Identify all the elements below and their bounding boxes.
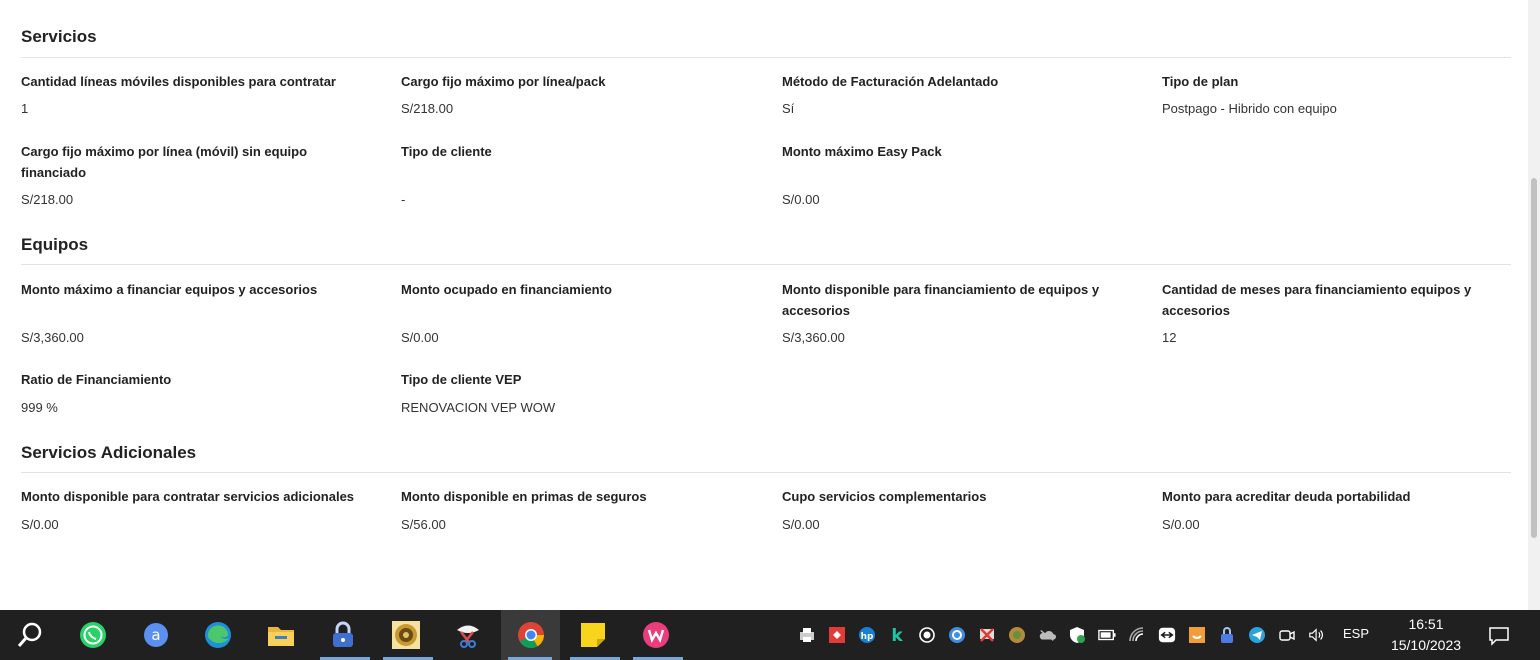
field-value: S/56.00 — [401, 517, 446, 532]
field-value: Postpago - Hibrido con equipo — [1162, 101, 1337, 116]
lock-app-icon[interactable] — [327, 619, 359, 651]
field-tipo-plan: Tipo de plan — [1162, 71, 1502, 92]
chrome-icon[interactable] — [515, 619, 547, 651]
field-label: Tipo de cliente — [401, 144, 492, 159]
vertical-scrollbar[interactable] — [1528, 0, 1540, 610]
field-value: S/3,360.00 — [21, 330, 84, 345]
field-deuda-portabilidad: Monto para acreditar deuda portabilidad — [1162, 486, 1502, 507]
section-title-servicios: Servicios — [21, 27, 97, 46]
field-value: Sí — [782, 101, 795, 116]
field-value: RENOVACION VEP WOW — [401, 400, 556, 415]
network-error-icon[interactable] — [978, 626, 996, 644]
field-tipo-cliente: Tipo de cliente — [401, 141, 741, 162]
section-divider — [21, 264, 1511, 265]
anydesk-icon[interactable] — [828, 626, 846, 644]
snipping-tool-icon[interactable] — [452, 619, 484, 651]
field-label: Cargo fijo máximo por línea/pack — [401, 74, 606, 89]
section-divider — [21, 472, 1511, 473]
field-easy-pack: Monto máximo Easy Pack — [782, 141, 1122, 162]
printer-icon[interactable] — [798, 626, 816, 644]
field-value: 999 % — [21, 400, 58, 415]
security-shield-icon[interactable] — [1068, 626, 1086, 644]
field-value: S/3,360.00 — [782, 330, 845, 345]
field-label: Monto máximo Easy Pack — [782, 144, 942, 159]
field-label: Monto para acreditar deuda portabilidad — [1162, 489, 1411, 504]
emblem-app-icon[interactable] — [390, 619, 422, 651]
field-value: S/0.00 — [782, 517, 820, 532]
onedrive-icon[interactable] — [1038, 626, 1056, 644]
sticky-notes-icon[interactable] — [577, 619, 609, 651]
field-cupo-servicios: Cupo servicios complementarios — [782, 486, 1122, 507]
search-icon[interactable] — [14, 619, 46, 651]
volume-icon[interactable] — [1308, 626, 1326, 644]
sync-app-icon[interactable] — [948, 626, 966, 644]
field-label: Monto disponible en primas de seguros — [401, 489, 647, 504]
field-label: Método de Facturación Adelantado — [782, 74, 999, 89]
battery-icon[interactable] — [1098, 626, 1116, 644]
field-value: 1 — [21, 101, 29, 116]
clock-date: 15/10/2023 — [1390, 637, 1462, 653]
section-divider — [21, 57, 1511, 58]
record-icon[interactable] — [918, 626, 936, 644]
field-cargo-fijo: Cargo fijo máximo por línea/pack — [401, 71, 741, 92]
field-ratio-financiamiento: Ratio de Financiamiento — [21, 369, 361, 390]
meet-now-icon[interactable] — [1278, 626, 1296, 644]
language-indicator[interactable]: ESP — [1343, 626, 1369, 641]
field-label: Cantidad líneas móviles disponibles para… — [21, 74, 336, 89]
field-value: 12 — [1162, 330, 1177, 345]
main-content: Servicios Cantidad líneas móviles dispon… — [0, 0, 1528, 610]
field-label: Monto máximo a financiar equipos y acces… — [21, 282, 318, 297]
field-cantidad-lineas: Cantidad líneas móviles disponibles para… — [21, 71, 361, 92]
wifi-icon[interactable] — [1128, 626, 1146, 644]
file-explorer-icon[interactable] — [265, 619, 297, 651]
vpn-lock-icon[interactable] — [1218, 626, 1236, 644]
field-label: Cantidad de meses para financiamiento eq… — [1162, 282, 1472, 318]
field-cantidad-meses: Cantidad de meses para financiamiento eq… — [1162, 279, 1492, 321]
field-label: Ratio de Financiamiento — [21, 372, 172, 387]
field-label: Tipo de plan — [1162, 74, 1239, 89]
field-label: Cargo fijo máximo por línea (móvil) sin … — [21, 144, 308, 180]
section-title-servicios-adicionales: Servicios Adicionales — [21, 443, 197, 462]
field-value: S/0.00 — [782, 192, 820, 207]
field-value: S/0.00 — [21, 517, 59, 532]
field-value: S/218.00 — [21, 192, 74, 207]
edge-icon[interactable] — [202, 619, 234, 651]
notification-center-icon[interactable] — [1488, 625, 1510, 647]
field-monto-ocupado: Monto ocupado en financiamiento — [401, 279, 741, 300]
section-title-equipos: Equipos — [21, 235, 89, 254]
a-app-icon[interactable]: a — [140, 619, 172, 651]
field-value: - — [401, 192, 406, 207]
field-label: Tipo de cliente VEP — [401, 372, 522, 387]
field-label: Monto disponible para financiamiento de … — [782, 282, 1100, 318]
field-monto-disponible-financiamiento: Monto disponible para financiamiento de … — [782, 279, 1112, 321]
wps-office-icon[interactable] — [640, 619, 672, 651]
k-app-icon[interactable]: k — [888, 626, 906, 644]
teamviewer-icon[interactable] — [1158, 626, 1176, 644]
field-label: Cupo servicios complementarios — [782, 489, 987, 504]
hp-icon[interactable]: hp — [858, 626, 876, 644]
field-primas-seguros: Monto disponible en primas de seguros — [401, 486, 741, 507]
field-tipo-cliente-vep: Tipo de cliente VEP — [401, 369, 741, 390]
field-cargo-sin-equipo: Cargo fijo máximo por línea (móvil) sin … — [21, 141, 321, 183]
svg-text:k: k — [891, 626, 903, 644]
clock[interactable]: 16:51 15/10/2023 — [1380, 614, 1472, 656]
field-label: Monto ocupado en financiamiento — [401, 282, 612, 297]
smile-app-icon[interactable] — [1188, 626, 1206, 644]
field-metodo-facturacion: Método de Facturación Adelantado — [782, 71, 1122, 92]
compass-icon[interactable] — [1008, 626, 1026, 644]
whatsapp-icon[interactable] — [77, 619, 109, 651]
field-value: S/0.00 — [1162, 517, 1200, 532]
clock-time: 16:51 — [1408, 616, 1444, 632]
telegram-icon[interactable] — [1248, 626, 1266, 644]
taskbar: a hp k ESP 16:51 15/10/2023 — [0, 610, 1540, 660]
field-value: S/0.00 — [401, 330, 439, 345]
scrollbar-thumb[interactable] — [1531, 178, 1537, 538]
svg-text:a: a — [151, 626, 160, 644]
field-monto-maximo-financiar: Monto máximo a financiar equipos y acces… — [21, 279, 361, 300]
svg-text:hp: hp — [861, 632, 874, 642]
field-value: S/218.00 — [401, 101, 454, 116]
field-monto-servicios-adicionales: Monto disponible para contratar servicio… — [21, 486, 361, 507]
field-label: Monto disponible para contratar servicio… — [21, 489, 355, 504]
